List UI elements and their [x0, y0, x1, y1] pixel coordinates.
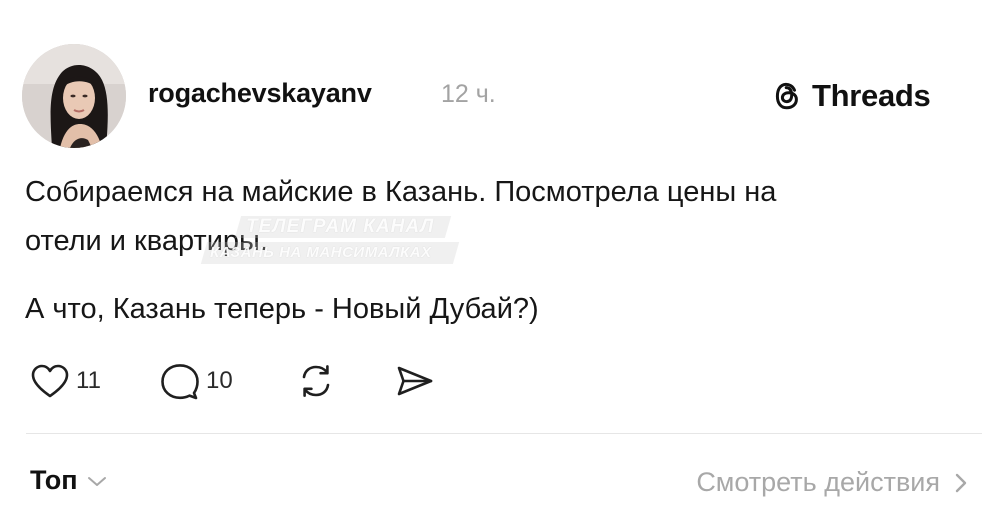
threads-brand: Threads: [770, 76, 931, 116]
post-text-line: А что, Казань теперь - Новый Дубай?): [25, 293, 539, 325]
sort-selector[interactable]: Топ: [30, 465, 108, 496]
divider: [26, 433, 982, 434]
like-button[interactable]: 11: [30, 361, 101, 401]
view-activity-link[interactable]: Смотреть действия: [696, 467, 968, 498]
repost-icon: [302, 365, 330, 397]
avatar[interactable]: [22, 44, 126, 148]
brand-name: Threads: [812, 78, 931, 113]
post-text-line: отели и квартиры.: [25, 225, 268, 257]
post-text-line: Собираемся на майские в Казань. Посмотре…: [25, 176, 777, 208]
chevron-down-icon: [87, 476, 106, 486]
username[interactable]: rogachevskayanv: [148, 78, 372, 109]
chevron-right-icon: [955, 473, 967, 492]
avatar-photo: [22, 44, 126, 148]
watermark-text: ТЕЛЕГРАМ КАНАЛ: [246, 216, 435, 237]
repost-button[interactable]: [296, 361, 336, 401]
send-icon: [397, 366, 433, 396]
comment-icon: [161, 364, 199, 400]
replies-count: 10: [206, 367, 233, 394]
threads-logo-icon: [775, 82, 798, 110]
likes-count: 11: [76, 367, 101, 394]
reply-button[interactable]: 10: [158, 361, 233, 401]
sort-label: Топ: [30, 465, 78, 495]
heart-icon: [31, 364, 69, 398]
view-activity-label: Смотреть действия: [696, 467, 940, 497]
post-timestamp: 12 ч.: [441, 80, 496, 108]
share-button[interactable]: [394, 361, 436, 401]
